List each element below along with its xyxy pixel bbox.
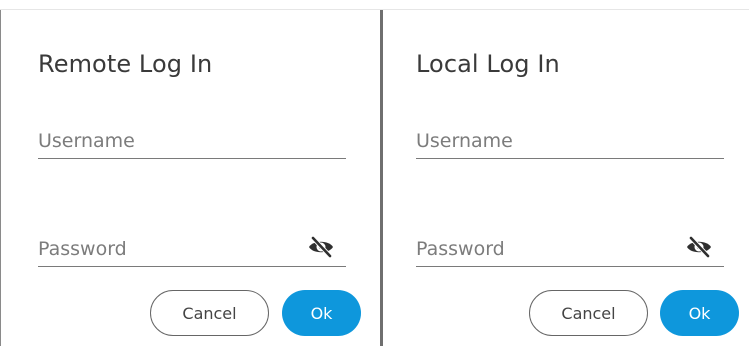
cancel-button[interactable]: Cancel xyxy=(529,290,648,336)
password-field[interactable]: Password xyxy=(38,230,346,267)
username-placeholder: Username xyxy=(38,130,135,152)
username-placeholder: Username xyxy=(416,130,513,152)
dialog-title: Remote Log In xyxy=(38,50,213,78)
username-field[interactable]: Username xyxy=(38,122,346,159)
password-placeholder: Password xyxy=(416,238,505,260)
cancel-button[interactable]: Cancel xyxy=(150,290,269,336)
password-placeholder: Password xyxy=(38,238,127,260)
password-field[interactable]: Password xyxy=(416,230,724,267)
ok-button[interactable]: Ok xyxy=(282,290,361,336)
ok-button[interactable]: Ok xyxy=(660,290,739,336)
dialog-title: Local Log In xyxy=(416,50,560,78)
login-screens: Remote Log In Username Password Cancel O… xyxy=(0,0,749,346)
remote-login-dialog: Remote Log In Username Password Cancel O… xyxy=(1,10,380,346)
local-login-dialog: Local Log In Username Password Cancel Ok xyxy=(383,10,749,346)
eye-slash-icon[interactable] xyxy=(684,234,714,260)
eye-slash-icon[interactable] xyxy=(306,234,336,260)
username-field[interactable]: Username xyxy=(416,122,724,159)
